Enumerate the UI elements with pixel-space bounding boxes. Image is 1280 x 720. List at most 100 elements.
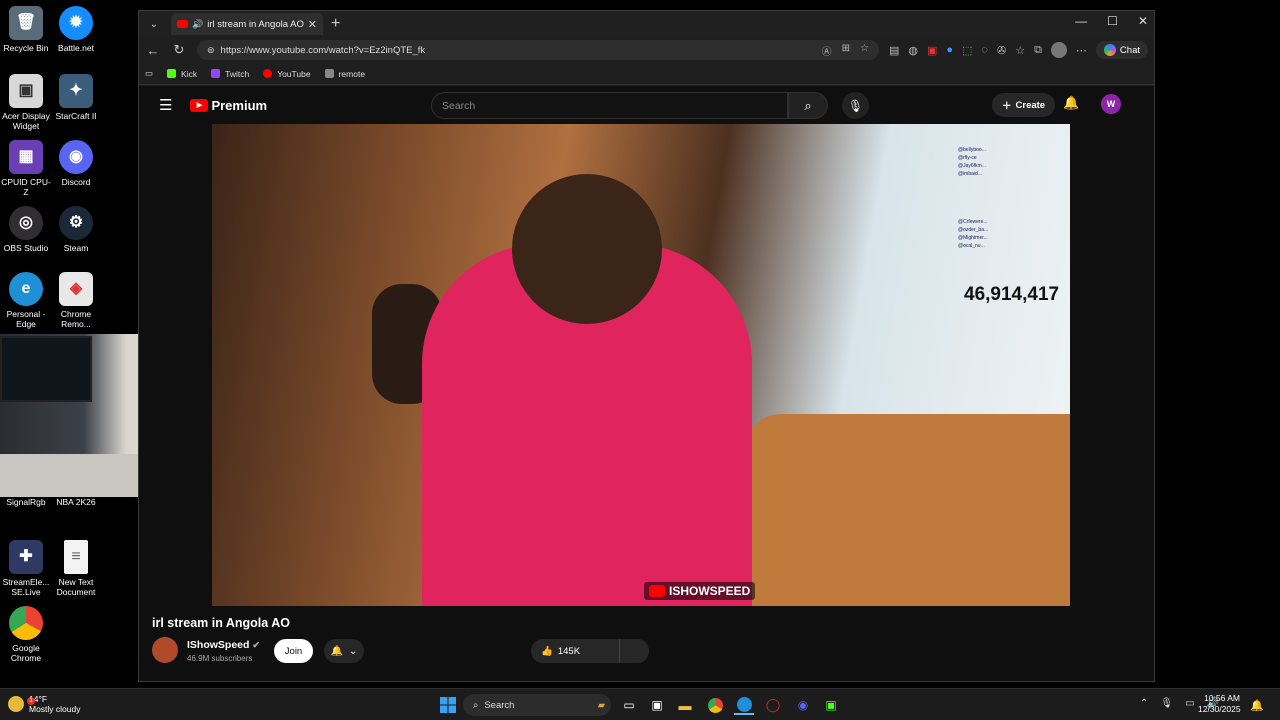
new-tab-button[interactable]: + (331, 15, 340, 33)
network-icon[interactable]: ▭ (1185, 698, 1194, 709)
bookmark-remote[interactable]: remote (324, 68, 366, 79)
extension-icon[interactable]: ◌ (981, 44, 988, 56)
microphone-tray-icon[interactable]: 🎙 (1160, 698, 1173, 709)
search-button[interactable]: ⌕ (788, 92, 828, 119)
extension-icon[interactable]: ▣ (927, 44, 937, 57)
notifications-bell-icon[interactable]: 🔔 (1063, 95, 1079, 111)
desktop-icon-acer-widget[interactable]: ▣ Acer Display Widget (0, 74, 52, 131)
read-aloud-icon[interactable]: Ⓐ (822, 43, 832, 58)
profile-avatar[interactable] (1050, 42, 1067, 58)
notification-bell-icon[interactable]: 🔔 (1250, 699, 1264, 712)
starcraft-icon: ✦ (59, 74, 93, 108)
channel-name[interactable]: IShowSpeed ✔ (187, 639, 260, 651)
discord-taskbar-icon[interactable]: ◉ (794, 695, 812, 715)
edge-taskbar-icon[interactable] (734, 695, 754, 715)
desktop-icon-cpuz[interactable]: ▦ CPUID CPU-Z (0, 140, 52, 197)
youtube-header: ☰ ▶ Premium Search ⌕ 🎙 ＋ Create 🔔 W (139, 86, 1154, 124)
desktop-icon-recycle-bin[interactable]: 🗑 Recycle Bin (0, 6, 52, 53)
search-highlight-icon: ▰ (597, 699, 605, 711)
bookmark-label: remote (338, 68, 366, 79)
tab-youtube[interactable]: 🔊 irl stream in Angola AO - YouT ✕ (171, 13, 323, 35)
voice-search-button[interactable]: 🎙 (842, 92, 869, 119)
desktop-icon-label: StarCraft II (55, 111, 97, 121)
clock[interactable]: 10:56 AM 12/30/2025 (1198, 693, 1241, 715)
address-bar-row: ← ↻ ⊜ https://www.youtube.com/watch?v=Ez… (139, 37, 1154, 63)
battlenet-icon: ✹ (59, 6, 93, 40)
overlay-counter: 46,914,417 (964, 284, 1060, 305)
minimize-icon[interactable]: — (1075, 14, 1087, 28)
taskbar-search[interactable]: ⌕ Search ▰ (463, 694, 611, 716)
copilot-chat-button[interactable]: Chat (1095, 41, 1148, 59)
chevron-down-icon: ⌄ (349, 645, 358, 657)
close-tab-icon[interactable]: ✕ (308, 18, 317, 31)
bookmark-kick[interactable]: Kick (167, 69, 197, 79)
desktop-icon-starcraft[interactable]: ✦ StarCraft II (50, 74, 102, 121)
desktop-icon-label: Discord (61, 177, 91, 187)
like-button[interactable]: 👍 145K (531, 639, 619, 663)
bookmark-label: Kick (181, 68, 198, 79)
weather-icon (8, 696, 24, 712)
windows-logo-icon (440, 697, 456, 713)
subscription-bell-button[interactable]: 🔔 ⌄ (324, 639, 364, 663)
chrome-icon (9, 606, 43, 640)
site-info-icon[interactable]: ⊜ (207, 45, 215, 56)
reading-view-icon[interactable]: ▭ (145, 68, 153, 79)
speaker-icon[interactable]: 🔊 (192, 19, 203, 30)
bookmark-twitch[interactable]: Twitch (211, 69, 249, 79)
weather-text: 14°F Mostly cloudy (29, 694, 81, 714)
desktop-icon-chrome-remote[interactable]: ◈ Chrome Remo... (50, 272, 102, 329)
close-window-icon[interactable]: ✕ (1138, 14, 1148, 28)
chat-line: @rfly-ce (958, 155, 977, 161)
file-explorer-icon[interactable]: ▬ (676, 695, 694, 715)
create-button[interactable]: ＋ Create (992, 93, 1056, 117)
desktop-icon-edge[interactable]: e Personal - Edge (0, 272, 52, 329)
join-button[interactable]: Join (274, 639, 313, 663)
stream-chat-overlay: @bellyboo... @rfly-ce @Jay6fkm... @imbai… (958, 146, 1068, 296)
chat-spacer (958, 178, 1068, 218)
desktop-icon-signalrgb[interactable]: SignalRgb (0, 497, 52, 507)
chrome-taskbar-icon[interactable] (706, 695, 724, 715)
tab-list-button[interactable]: ⌄ (143, 14, 165, 34)
task-view-icon[interactable]: ▭ (620, 695, 638, 715)
bookmark-youtube[interactable]: YouTube (263, 69, 311, 79)
desktop-icon-steam[interactable]: ⚙ Steam (50, 206, 102, 253)
extensions-puzzle-icon[interactable]: ✇ (997, 44, 1006, 57)
tray-overflow-icon[interactable]: ⌃ (1140, 698, 1148, 709)
desktop-icon-discord[interactable]: ◉ Discord (50, 140, 102, 187)
address-bar[interactable]: ⊜ https://www.youtube.com/watch?v=Ez2inQ… (197, 40, 879, 60)
search-input[interactable]: Search (431, 92, 788, 119)
channel-avatar[interactable] (152, 637, 178, 663)
hamburger-menu-icon[interactable]: ☰ (159, 96, 172, 114)
refresh-icon[interactable]: ↻ (171, 42, 187, 58)
collections-icon[interactable]: ⧉ (1034, 44, 1042, 57)
back-icon[interactable]: ← (145, 43, 161, 58)
desktop-icon-streamelements[interactable]: ✚ StreamEle... SE.Live (0, 540, 52, 597)
logo-text: Premium (211, 97, 268, 113)
desktop-icon-obs[interactable]: ◎ OBS Studio (0, 206, 52, 253)
video-player[interactable]: @bellyboo... @rfly-ce @Jay6fkm... @imbai… (212, 124, 1070, 606)
extension-icon[interactable]: ◍ (908, 44, 918, 57)
extension-icon[interactable]: ⬚ (962, 44, 972, 57)
extension-icon[interactable]: ● (946, 44, 953, 56)
desktop-icon-google-chrome[interactable]: Google Chrome (0, 606, 52, 663)
split-screen-icon[interactable]: ⊞ (842, 43, 850, 58)
kick-taskbar-icon[interactable]: ▣ (822, 695, 840, 715)
copilot-icon (1103, 44, 1116, 56)
youtube-favicon-icon (177, 20, 188, 28)
microphone-icon: 🎙 (847, 98, 864, 113)
chat-line: @Mightmer... (958, 235, 988, 241)
extension-icon[interactable]: ▤ (889, 44, 899, 57)
maximize-icon[interactable]: ☐ (1107, 14, 1118, 28)
favorites-icon[interactable]: ☆ (1015, 44, 1025, 57)
weather-widget[interactable]: 1 14°F Mostly cloudy (8, 694, 81, 714)
favorite-star-icon[interactable]: ☆ (860, 43, 869, 58)
start-button[interactable] (438, 695, 458, 715)
menu-dots-icon[interactable]: ⋯ (1076, 44, 1087, 57)
user-avatar[interactable]: W (1101, 94, 1121, 114)
youtube-logo[interactable]: ▶ Premium (190, 98, 267, 113)
desktop-icon-text-document[interactable]: ≡ New Text Document (50, 540, 102, 597)
opera-taskbar-icon[interactable]: ◯ (764, 695, 782, 715)
taskbar-app-icon[interactable]: ▣ (648, 695, 666, 715)
desktop-icon-nba2k26[interactable]: NBA 2K26 (50, 497, 102, 507)
desktop-icon-battlenet[interactable]: ✹ Battle.net (50, 6, 102, 53)
